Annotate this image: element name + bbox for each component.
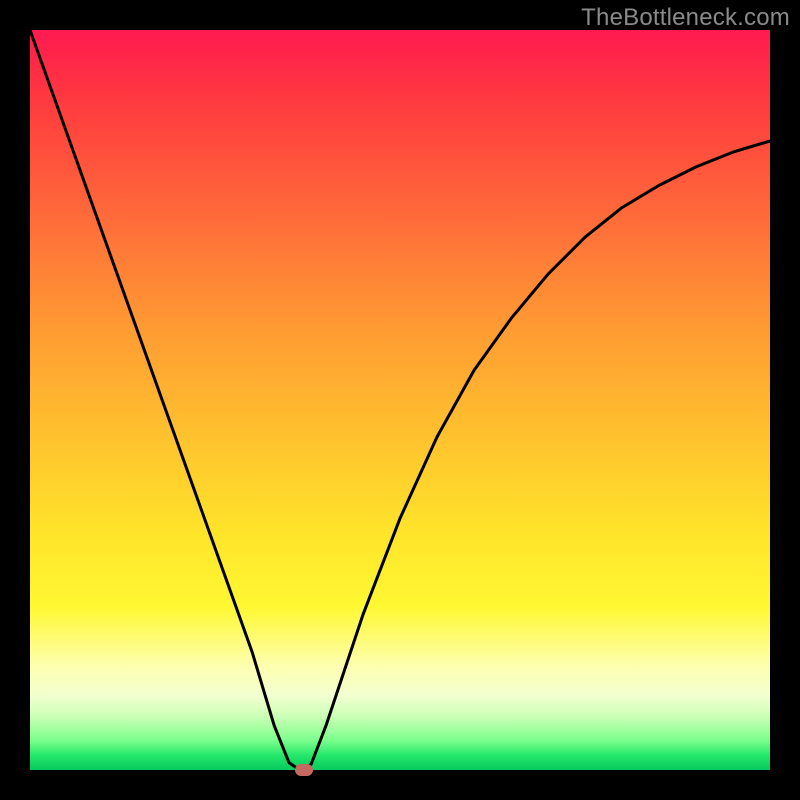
chart-frame (30, 30, 770, 770)
watermark-text: TheBottleneck.com (581, 4, 790, 32)
minimum-marker (295, 764, 313, 776)
plot-area (30, 30, 770, 770)
bottleneck-curve-path (30, 30, 770, 770)
curve-svg (30, 30, 770, 770)
